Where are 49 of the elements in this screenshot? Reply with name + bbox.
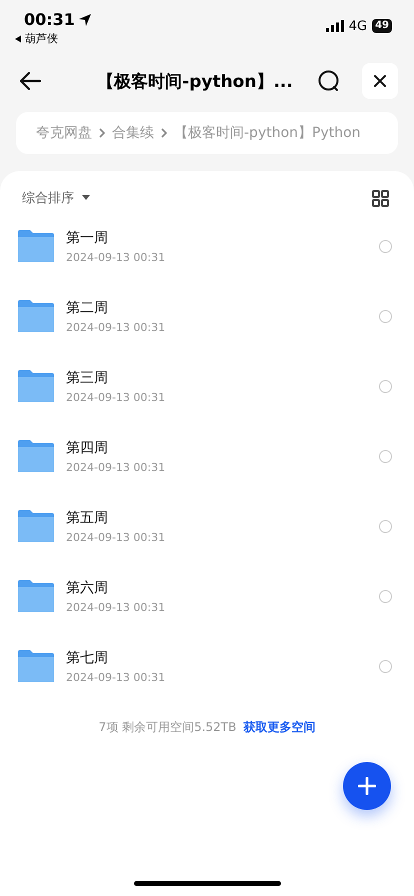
folder-icon	[18, 300, 54, 332]
folder-icon	[18, 510, 54, 542]
folder-date: 2024-09-13 00:31	[66, 600, 166, 614]
chevron-icon	[99, 128, 105, 138]
back-triangle-icon	[14, 34, 22, 42]
folder-date: 2024-09-13 00:31	[66, 390, 166, 404]
caret-icon	[82, 195, 90, 201]
grid-view-icon[interactable]	[372, 190, 389, 206]
folder-name[interactable]: 第五周	[66, 508, 367, 526]
select-radio[interactable]	[379, 520, 392, 532]
folder-date: 2024-09-13 00:31	[66, 530, 166, 544]
plus-icon	[358, 777, 376, 795]
folder-icon	[18, 370, 54, 402]
folder-icon	[18, 230, 54, 262]
folder-icon	[18, 440, 54, 472]
more-space-link[interactable]: 获取更多空间	[243, 719, 316, 736]
network-label: 4G	[348, 18, 368, 34]
select-radio[interactable]	[379, 240, 392, 252]
folder-date: 2024-09-13 00:31	[66, 320, 166, 334]
folder-icon	[18, 580, 54, 612]
search-icon[interactable]	[318, 70, 340, 92]
folder-name[interactable]: 第四周	[66, 438, 367, 456]
folder-name[interactable]: 第二周	[66, 298, 367, 316]
signal-icon	[326, 20, 344, 32]
back-arrow-icon[interactable]	[18, 71, 42, 91]
status-time: 00:31	[24, 10, 75, 29]
add-button[interactable]	[343, 762, 391, 810]
close-button[interactable]	[362, 63, 398, 99]
select-radio[interactable]	[379, 660, 392, 672]
folder-name[interactable]: 第三周	[66, 368, 367, 386]
battery-indicator: 49	[372, 19, 392, 33]
folder-date: 2024-09-13 00:31	[66, 670, 166, 684]
folder-date: 2024-09-13 00:31	[66, 460, 166, 474]
folder-name[interactable]: 第七周	[66, 648, 367, 666]
page-title: 【极客时间-python】...	[96, 70, 294, 92]
chevron-icon	[161, 128, 167, 138]
close-icon	[373, 74, 387, 88]
location-arrow-icon	[78, 12, 92, 26]
select-radio[interactable]	[379, 450, 392, 462]
select-radio[interactable]	[379, 590, 392, 602]
sort-dropdown[interactable]: 综合排序	[22, 189, 90, 207]
storage-summary: 7项 剩余可用空间5.52TB	[98, 719, 236, 736]
folder-name[interactable]: 第六周	[66, 578, 367, 596]
select-radio[interactable]	[379, 380, 392, 392]
folder-icon	[18, 650, 54, 682]
folder-date: 2024-09-13 00:31	[66, 250, 166, 264]
back-app-link[interactable]: 葫芦侠	[25, 31, 58, 46]
folder-name[interactable]: 第一周	[66, 228, 367, 246]
select-radio[interactable]	[379, 310, 392, 322]
